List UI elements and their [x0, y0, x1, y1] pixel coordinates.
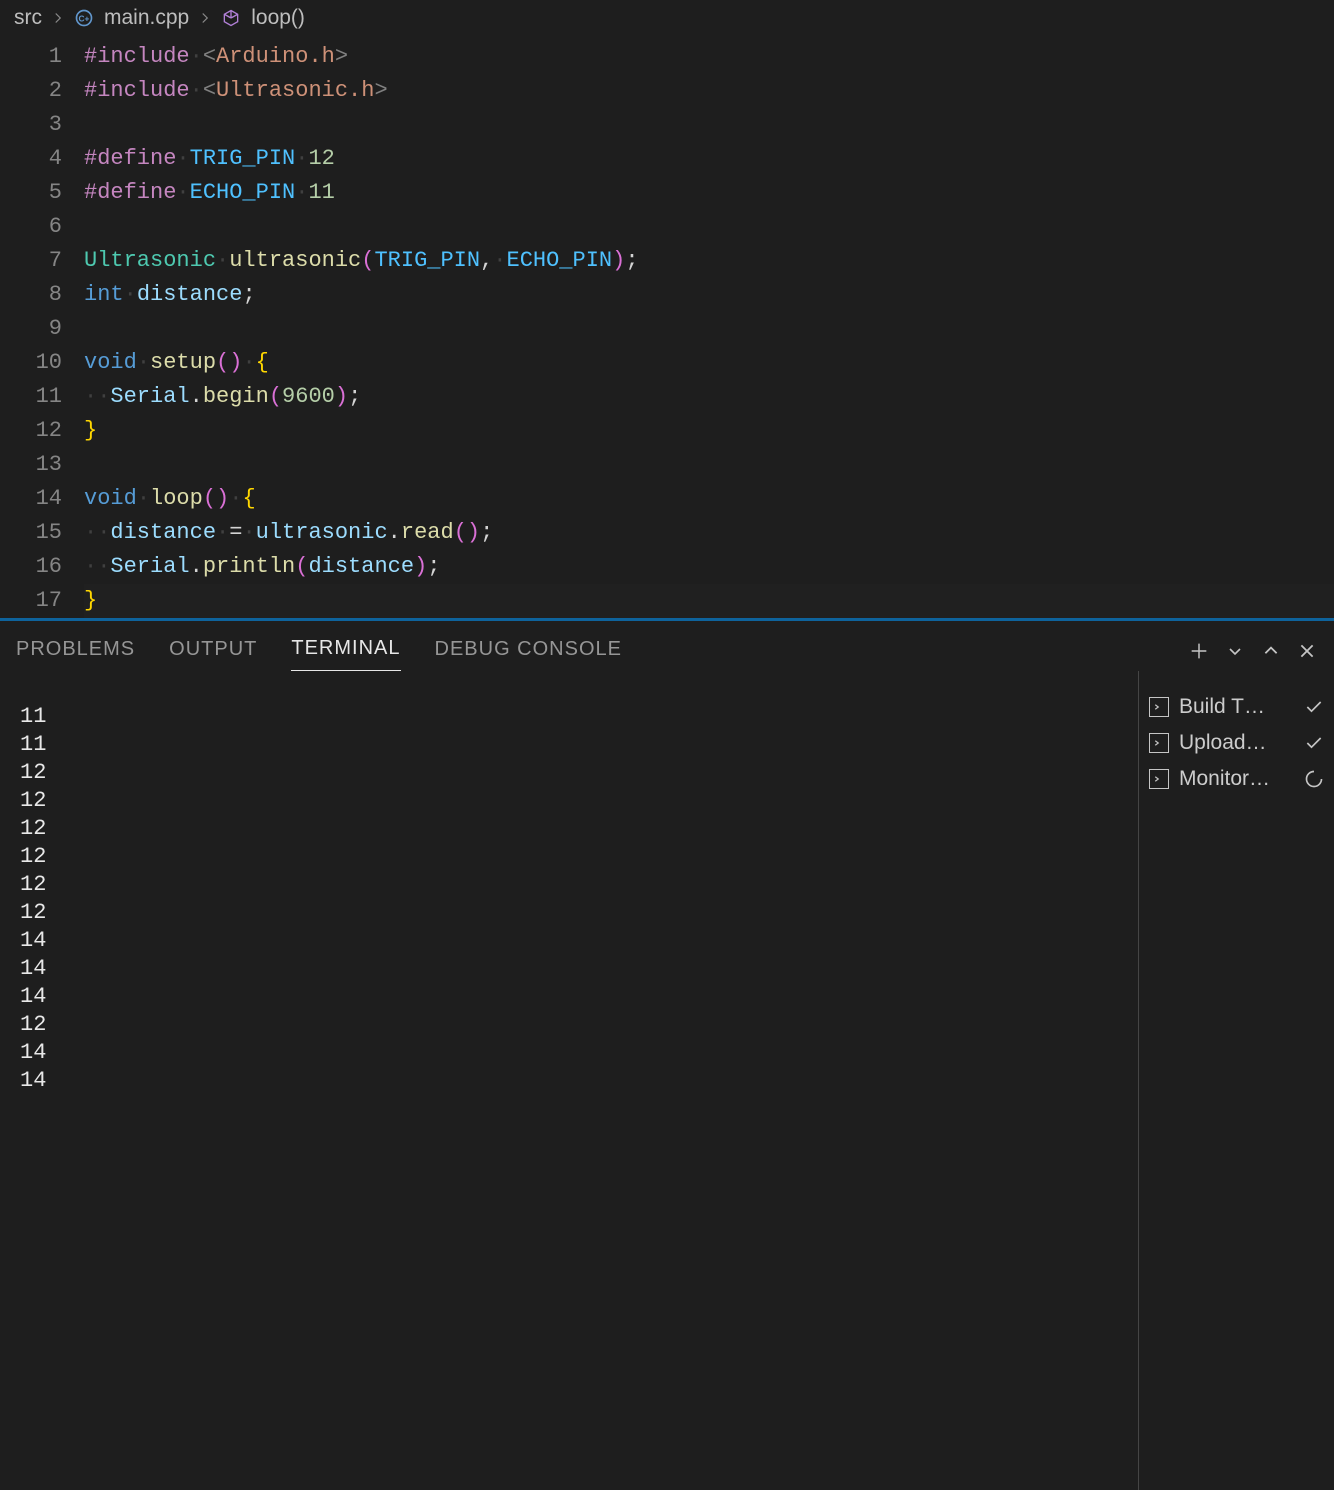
terminal-task-list: Build T… Upload… Monitor…	[1138, 671, 1334, 1490]
code-line[interactable]: }	[84, 414, 1334, 448]
terminal-line: 14	[20, 927, 1118, 955]
terminal-task-icon	[1149, 733, 1169, 753]
line-number: 11	[0, 380, 62, 414]
terminal-line: 12	[20, 787, 1118, 815]
chevron-right-icon	[199, 12, 211, 24]
code-line[interactable]: ··Serial.begin(9600);	[84, 380, 1334, 414]
terminal-task-icon	[1149, 769, 1169, 789]
code-line[interactable]	[84, 210, 1334, 244]
panel-tab-problems[interactable]: PROBLEMS	[16, 632, 135, 671]
code-line[interactable]	[84, 448, 1334, 482]
code-line[interactable]: ··distance·=·ultrasonic.read();	[84, 516, 1334, 550]
code-line[interactable]: #define·ECHO_PIN·11	[84, 176, 1334, 210]
code-line[interactable]: #define·TRIG_PIN·12	[84, 142, 1334, 176]
task-monitor-[interactable]: Monitor…	[1149, 761, 1324, 797]
line-number: 13	[0, 448, 62, 482]
line-number: 12	[0, 414, 62, 448]
terminal-line: 14	[20, 955, 1118, 983]
code-line[interactable]	[84, 312, 1334, 346]
check-icon	[1304, 733, 1324, 753]
line-number: 7	[0, 244, 62, 278]
code-line[interactable]: void·setup()·{	[84, 346, 1334, 380]
breadcrumb: src C+ main.cpp loop()	[0, 0, 1334, 36]
code-line[interactable]	[84, 108, 1334, 142]
line-number: 14	[0, 482, 62, 516]
terminal-line: 12	[20, 843, 1118, 871]
cpp-file-icon: C+	[74, 8, 94, 28]
code-line[interactable]: Ultrasonic·ultrasonic(TRIG_PIN,·ECHO_PIN…	[84, 244, 1334, 278]
terminal-output[interactable]: 1111121212121212141414121414	[0, 671, 1138, 1490]
breadcrumb-file[interactable]: main.cpp	[104, 6, 189, 30]
terminal-dropdown-icon[interactable]	[1224, 640, 1246, 662]
symbol-method-icon	[221, 8, 241, 28]
terminal-line: 11	[20, 703, 1118, 731]
check-icon	[1304, 697, 1324, 717]
terminal-task-icon	[1149, 697, 1169, 717]
code-line[interactable]: #include·<Arduino.h>	[84, 40, 1334, 74]
close-panel-icon[interactable]	[1296, 640, 1318, 662]
task-upload-[interactable]: Upload…	[1149, 725, 1324, 761]
code-line[interactable]: }	[84, 584, 1334, 618]
line-number: 15	[0, 516, 62, 550]
terminal-line: 11	[20, 731, 1118, 759]
code-line[interactable]: #include·<Ultrasonic.h>	[84, 74, 1334, 108]
terminal-line: 12	[20, 899, 1118, 927]
line-number: 3	[0, 108, 62, 142]
breadcrumb-symbol[interactable]: loop()	[251, 6, 305, 30]
panel-tabs: PROBLEMS OUTPUT TERMINAL DEBUG CONSOLE	[0, 621, 1334, 671]
code-editor[interactable]: 1234567891011121314151617 #include·<Ardu…	[0, 36, 1334, 618]
terminal-line: 12	[20, 815, 1118, 843]
task-label: Monitor…	[1179, 767, 1294, 791]
line-number: 10	[0, 346, 62, 380]
line-number: 1	[0, 40, 62, 74]
panel-actions	[1188, 640, 1318, 662]
code-line[interactable]: void·loop()·{	[84, 482, 1334, 516]
new-terminal-icon[interactable]	[1188, 640, 1210, 662]
line-number: 6	[0, 210, 62, 244]
line-number: 9	[0, 312, 62, 346]
terminal-line: 14	[20, 1039, 1118, 1067]
line-number: 16	[0, 550, 62, 584]
terminal-line: 12	[20, 759, 1118, 787]
svg-text:C+: C+	[79, 13, 90, 23]
line-number: 8	[0, 278, 62, 312]
line-number: 4	[0, 142, 62, 176]
line-number: 5	[0, 176, 62, 210]
spinner-icon	[1304, 769, 1324, 789]
panel-body: 1111121212121212141414121414 Build T…Upl…	[0, 671, 1334, 1490]
line-number: 2	[0, 74, 62, 108]
code-line[interactable]: ··Serial.println(distance);	[84, 550, 1334, 584]
task-label: Upload…	[1179, 731, 1294, 755]
maximize-panel-icon[interactable]	[1260, 640, 1282, 662]
line-number: 17	[0, 584, 62, 618]
breadcrumb-folder[interactable]: src	[14, 6, 42, 30]
panel-tab-output[interactable]: OUTPUT	[169, 632, 257, 671]
panel-tab-debug[interactable]: DEBUG CONSOLE	[435, 632, 622, 671]
terminal-line: 12	[20, 871, 1118, 899]
terminal-line: 14	[20, 983, 1118, 1011]
terminal-line: 12	[20, 1011, 1118, 1039]
code-area[interactable]: #include·<Arduino.h>#include·<Ultrasonic…	[84, 40, 1334, 618]
task-build-t-[interactable]: Build T…	[1149, 689, 1324, 725]
panel-tab-terminal[interactable]: TERMINAL	[291, 631, 400, 671]
task-label: Build T…	[1179, 695, 1294, 719]
chevron-right-icon	[52, 12, 64, 24]
bottom-panel: PROBLEMS OUTPUT TERMINAL DEBUG CONSOLE 1111…	[0, 621, 1334, 1490]
terminal-line: 14	[20, 1067, 1118, 1095]
line-number-gutter: 1234567891011121314151617	[0, 40, 84, 618]
code-line[interactable]: int·distance;	[84, 278, 1334, 312]
